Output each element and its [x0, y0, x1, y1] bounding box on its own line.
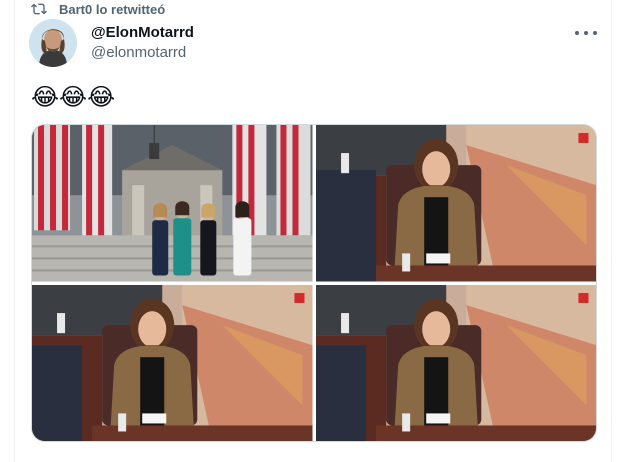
tweet-text: 😂😂😂	[31, 83, 116, 111]
photo-woman-at-desk-3[interactable]	[315, 284, 596, 441]
more-dot-icon	[584, 31, 588, 35]
retweet-label: Bart0 lo retwitteó	[59, 1, 166, 17]
photo-group-on-steps[interactable]	[32, 125, 313, 282]
more-options-button[interactable]	[575, 24, 597, 42]
photo-woman-at-desk-1[interactable]	[315, 125, 596, 282]
retweet-icon	[31, 3, 47, 15]
retweet-context[interactable]: Bart0 lo retwitteó	[31, 0, 165, 18]
photo-woman-at-desk-2[interactable]	[32, 284, 313, 441]
tweet-card[interactable]: Bart0 lo retwitteó @ElonMotarrd @elonmot…	[14, 0, 612, 462]
avatar[interactable]	[29, 19, 77, 67]
media-grid	[31, 124, 597, 442]
more-dot-icon	[575, 31, 579, 35]
handle[interactable]: @elonmotarrd	[91, 44, 194, 62]
display-name[interactable]: @ElonMotarrd	[91, 24, 194, 42]
more-dot-icon	[593, 31, 597, 35]
author-info[interactable]: @ElonMotarrd @elonmotarrd	[91, 24, 194, 62]
